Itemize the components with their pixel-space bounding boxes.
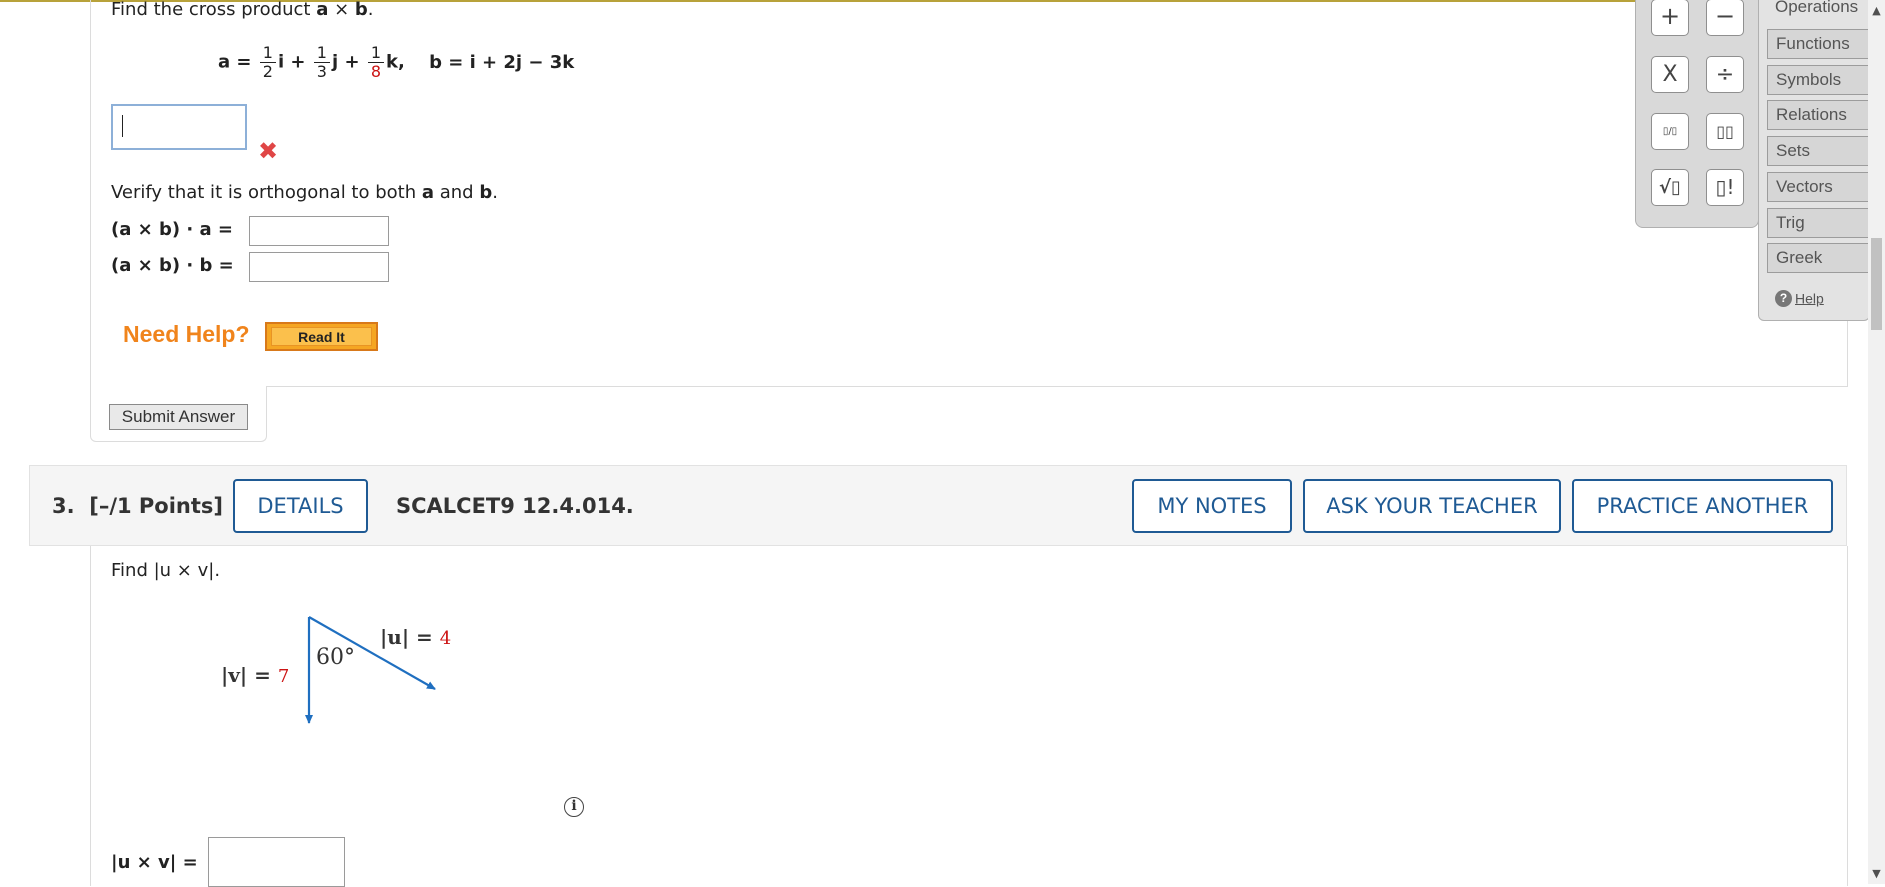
- page-scrollbar[interactable]: ▲ ▼: [1868, 0, 1885, 884]
- v-value: 7: [278, 666, 289, 687]
- question-2-card-bottom-border: [266, 386, 1847, 387]
- exponent-button[interactable]: ▯▯: [1706, 113, 1744, 150]
- prompt-vector-b: b: [354, 0, 368, 20]
- ask-your-teacher-button[interactable]: ASK YOUR TEACHER: [1303, 479, 1561, 533]
- need-help-label: Need Help?: [123, 321, 250, 347]
- fraction-numerator: 1: [259, 44, 276, 63]
- vector-a-label: a =: [218, 51, 252, 73]
- tab-relations[interactable]: Relations: [1767, 100, 1871, 130]
- factorial-button[interactable]: ▯!: [1706, 169, 1744, 206]
- minus-button[interactable]: −: [1706, 0, 1744, 36]
- cross-magnitude-label: |u × v| =: [111, 852, 198, 873]
- dot-a-label: (a × b) · a =: [111, 219, 233, 240]
- vector-a-expression: a = 12i + 13j + 1 8 k, b = i + 2j − 3k: [218, 44, 574, 81]
- verify-vector-b: b: [479, 182, 493, 203]
- tab-symbols[interactable]: Symbols: [1767, 65, 1871, 95]
- details-button[interactable]: DETAILS: [233, 479, 368, 533]
- plus-button[interactable]: +: [1651, 0, 1689, 36]
- math-palette-tabs: Operations Functions Symbols Relations S…: [1758, 0, 1871, 321]
- v-label-text: |v| =: [221, 663, 278, 687]
- cross-magnitude-input[interactable]: [208, 837, 345, 887]
- fraction-denominator-red: 8: [370, 62, 381, 81]
- math-palette-buttons: + − X ÷ ▯/▯ ▯▯ √▯ ▯!: [1635, 0, 1759, 228]
- question-points: [–/1 Points]: [89, 494, 224, 518]
- dot-b-label: (a × b) · b =: [111, 255, 234, 276]
- square-root-button[interactable]: √▯: [1651, 169, 1689, 206]
- verify-text: Verify that it is orthogonal to both: [111, 182, 422, 203]
- cross-product-prompt: Find the cross product a × b.: [111, 0, 374, 20]
- cross-magnitude-prompt: Find |u × v|.: [111, 560, 221, 581]
- fraction-one-half: 12: [259, 44, 276, 81]
- incorrect-x-icon: ✖: [258, 137, 279, 165]
- fraction-denominator: 3: [316, 62, 327, 81]
- prompt-period: .: [367, 0, 374, 20]
- practice-another-button[interactable]: PRACTICE ANOTHER: [1572, 479, 1833, 533]
- fraction-denominator: 2: [262, 62, 273, 81]
- help-icon: ?: [1775, 289, 1792, 307]
- times-button[interactable]: X: [1651, 56, 1689, 93]
- prompt-text: Find the cross product: [111, 0, 317, 20]
- read-it-button[interactable]: Read It: [265, 322, 378, 351]
- verify-and: and: [434, 182, 480, 203]
- tab-operations[interactable]: Operations: [1767, 0, 1871, 23]
- dot-a-input[interactable]: [249, 216, 389, 246]
- my-notes-button[interactable]: MY NOTES: [1132, 479, 1292, 533]
- info-icon[interactable]: i: [564, 797, 584, 817]
- text-caret: [122, 115, 123, 137]
- dot-b-input[interactable]: [249, 252, 389, 282]
- unit-i: i: [277, 51, 285, 73]
- fraction-button[interactable]: ▯/▯: [1651, 113, 1689, 150]
- fraction-one-eighth: 18: [367, 44, 384, 81]
- vector-diagram: 60° |u| = 4 |v| = 7: [221, 616, 451, 724]
- tab-vectors[interactable]: Vectors: [1767, 172, 1871, 202]
- verify-vector-a: a: [421, 182, 435, 203]
- question-number: 3. [–/1 Points]: [52, 494, 223, 518]
- question-number-text: 3.: [52, 494, 75, 518]
- submit-answer-button[interactable]: Submit Answer: [109, 404, 248, 430]
- plus-sign: +: [344, 51, 360, 73]
- help-link[interactable]: Help: [1795, 290, 1824, 306]
- tab-functions[interactable]: Functions: [1767, 29, 1871, 59]
- verify-prompt: Verify that it is orthogonal to both a a…: [111, 182, 498, 203]
- verify-period: .: [492, 182, 498, 203]
- unit-j: j: [331, 51, 339, 73]
- question-code: SCALCET9 12.4.014.: [396, 494, 634, 518]
- plus-sign: +: [290, 51, 306, 73]
- palette-help[interactable]: ? Help: [1775, 289, 1824, 307]
- angle-label: 60°: [316, 645, 355, 670]
- scroll-down-arrow-icon[interactable]: ▼: [1868, 865, 1885, 882]
- tab-sets[interactable]: Sets: [1767, 136, 1871, 166]
- unit-k: k,: [386, 51, 405, 73]
- scroll-thumb[interactable]: [1871, 238, 1882, 330]
- vector-b-expression: b = i + 2j − 3k: [429, 51, 575, 73]
- read-it-label: Read It: [271, 327, 372, 346]
- u-magnitude-label: |u| = 4: [380, 625, 451, 649]
- u-label-text: |u| =: [380, 625, 440, 649]
- scroll-up-arrow-icon[interactable]: ▲: [1868, 2, 1885, 19]
- tab-trig[interactable]: Trig: [1767, 208, 1871, 238]
- fraction-one-third: 13: [313, 44, 330, 81]
- u-value: 4: [440, 628, 451, 649]
- fraction-numerator: 1: [367, 44, 384, 63]
- fraction-numerator: 1: [313, 44, 330, 63]
- v-magnitude-label: |v| = 7: [221, 663, 289, 687]
- tab-greek[interactable]: Greek: [1767, 243, 1871, 273]
- question-3-header: 3. [–/1 Points] DETAILS SCALCET9 12.4.01…: [29, 465, 1847, 546]
- divide-button[interactable]: ÷: [1706, 56, 1744, 93]
- prompt-vector-a: a: [316, 0, 329, 20]
- prompt-times: ×: [328, 0, 355, 20]
- cross-product-answer-input[interactable]: [111, 104, 247, 150]
